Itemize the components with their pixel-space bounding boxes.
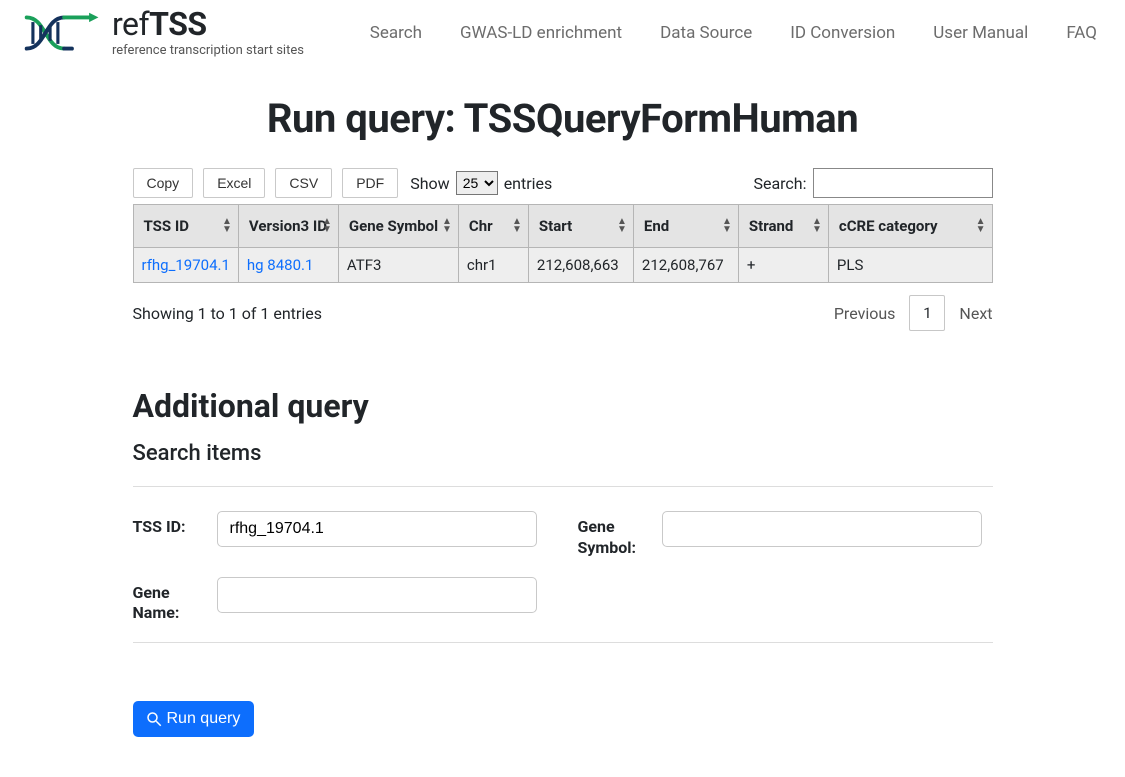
nav-search[interactable]: Search [370,23,422,43]
cell-chr: chr1 [458,248,528,283]
brand-title: refTSS [112,8,304,40]
th-start[interactable]: Start ▲▼ [528,205,633,248]
cell-gene-symbol: ATF3 [338,248,458,283]
form-group-gene-symbol: Gene Symbol: [578,511,993,559]
table-controls-top: Copy Excel CSV PDF Show 25 entries Searc… [133,168,993,198]
label-gene-symbol: Gene Symbol: [578,511,650,559]
cell-end: 212,608,767 [633,248,738,283]
results-table: TSS ID ▲▼ Version3 ID ▲▼ Gene Symbol ▲▼ … [133,204,993,283]
paginate-next[interactable]: Next [959,304,992,323]
length-suffix: entries [504,174,553,193]
th-end[interactable]: End ▲▼ [633,205,738,248]
brand-title-ref: ref [112,5,149,43]
navbar: refTSS reference transcription start sit… [0,0,1125,61]
th-chr[interactable]: Chr ▲▼ [458,205,528,248]
th-version3-label: Version3 ID [249,217,327,235]
nav-user-manual[interactable]: User Manual [933,23,1028,43]
excel-button[interactable]: Excel [203,168,265,198]
paginate-previous[interactable]: Previous [834,304,896,323]
sort-icon: ▲▼ [322,218,332,234]
input-tss-id[interactable] [217,511,537,547]
length-menu: Show 25 entries [410,171,552,195]
label-gene-name: Gene Name: [133,577,205,625]
copy-button[interactable]: Copy [133,168,194,198]
th-chr-label: Chr [469,217,493,235]
brand-link[interactable]: refTSS reference transcription start sit… [22,8,304,57]
th-gene-symbol[interactable]: Gene Symbol ▲▼ [338,205,458,248]
form-row-2: Gene Name: [133,577,993,625]
length-select[interactable]: 25 [456,171,498,195]
paginate-current[interactable]: 1 [909,295,945,331]
th-ccre[interactable]: cCRE category ▲▼ [828,205,992,248]
table-search-input[interactable] [813,168,993,198]
brand-text: refTSS reference transcription start sit… [112,8,304,57]
th-strand[interactable]: Strand ▲▼ [738,205,828,248]
th-strand-label: Strand [749,217,793,235]
th-gene-symbol-label: Gene Symbol [349,217,438,235]
length-prefix: Show [410,174,449,193]
table-header-row: TSS ID ▲▼ Version3 ID ▲▼ Gene Symbol ▲▼ … [133,205,992,248]
th-start-label: Start [539,217,572,235]
form-row-1: TSS ID: Gene Symbol: [133,511,993,559]
brand-subtitle: reference transcription start sites [112,44,304,57]
nav-faq[interactable]: FAQ [1066,23,1097,43]
sort-icon: ▲▼ [617,218,627,234]
form-group-gene-name: Gene Name: [133,577,548,625]
sort-icon: ▲▼ [812,218,822,234]
th-tss-id[interactable]: TSS ID ▲▼ [133,205,238,248]
divider [133,642,993,643]
nav-id-conversion[interactable]: ID Conversion [790,23,895,43]
cell-start: 212,608,663 [528,248,633,283]
divider [133,486,993,487]
nav-data-source[interactable]: Data Source [660,23,752,43]
table-controls-bottom: Showing 1 to 1 of 1 entries Previous 1 N… [133,283,993,331]
additional-query-heading: Additional query [133,387,993,425]
nav-gwas[interactable]: GWAS-LD enrichment [460,23,622,43]
cell-version3-link[interactable]: hg 8480.1 [247,256,314,274]
table-row: rfhg_19704.1 hg 8480.1 ATF3 chr1 212,608… [133,248,992,283]
sort-icon: ▲▼ [722,218,732,234]
sort-icon: ▲▼ [222,218,232,234]
dna-logo-icon [22,9,100,57]
table-search-label: Search: [753,174,806,193]
th-ccre-label: cCRE category [839,217,938,235]
pagination: Previous 1 Next [834,295,993,331]
csv-button[interactable]: CSV [275,168,332,198]
run-query-label: Run query [167,710,241,728]
cell-strand: + [738,248,828,283]
table-info: Showing 1 to 1 of 1 entries [133,304,322,323]
label-tss-id: TSS ID: [133,511,205,538]
brand-title-tss: TSS [149,5,206,43]
sort-icon: ▲▼ [442,218,452,234]
run-query-button[interactable]: Run query [133,701,255,737]
th-version3[interactable]: Version3 ID ▲▼ [238,205,338,248]
pdf-button[interactable]: PDF [342,168,398,198]
cell-ccre: PLS [828,248,992,283]
page-title: Run query: TSSQueryFormHuman [133,95,993,142]
th-tss-id-label: TSS ID [144,217,190,235]
sort-icon: ▲▼ [976,218,986,234]
sort-icon: ▲▼ [512,218,522,234]
input-gene-symbol[interactable] [662,511,982,547]
main-container: Run query: TSSQueryFormHuman Copy Excel … [133,95,993,777]
nav-links: Search GWAS-LD enrichment Data Source ID… [370,23,1097,43]
input-gene-name[interactable] [217,577,537,613]
table-search: Search: [753,168,992,198]
form-group-tss-id: TSS ID: [133,511,548,559]
search-icon [145,710,163,728]
cell-tss-id-link[interactable]: rfhg_19704.1 [142,256,230,274]
search-items-subheading: Search items [133,441,993,466]
th-end-label: End [644,217,669,235]
